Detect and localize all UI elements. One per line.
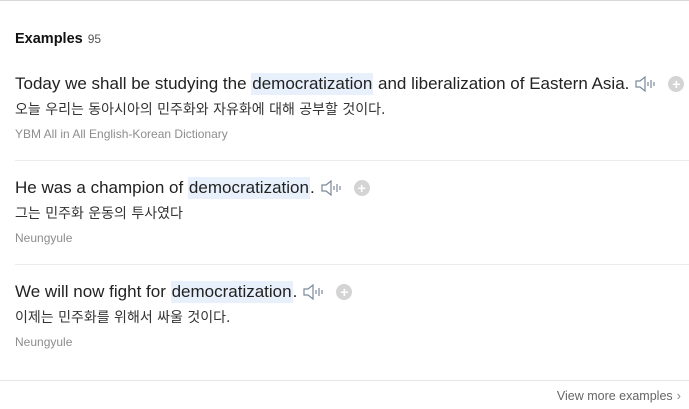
- speaker-icon[interactable]: [302, 283, 326, 301]
- example-item: Today we shall be studying the democrati…: [15, 73, 689, 141]
- example-source: YBM All in All English-Korean Dictionary: [15, 127, 228, 141]
- examples-title: Examples: [15, 31, 83, 47]
- sentence-text: .: [292, 282, 298, 301]
- sentence-text: We will now fight for: [15, 282, 171, 301]
- example-item: We will now fight for democratization. +…: [15, 281, 689, 349]
- examples-count: 95: [87, 32, 102, 46]
- view-more-examples-link[interactable]: View more examples ›: [557, 388, 681, 403]
- view-more-label: View more examples: [556, 388, 673, 403]
- speaker-icon[interactable]: [634, 75, 658, 93]
- speaker-icon[interactable]: [320, 179, 344, 197]
- example-sentence-ko: 그는 민주화 운동의 투사였다: [15, 206, 183, 222]
- example-sentence-ko: 오늘 우리는 동아시아의 민주화와 자유화에 대해 공부할 것이다.: [15, 102, 386, 118]
- example-item: He was a champion of democratization. + …: [15, 177, 689, 245]
- chevron-right-icon: ›: [676, 388, 681, 403]
- examples-panel: Examples 95 Today we shall be studying t…: [0, 0, 689, 409]
- sentence-text: He was a champion of: [15, 178, 188, 197]
- add-plus-icon[interactable]: +: [336, 284, 353, 300]
- sentence-text: .: [309, 178, 315, 197]
- divider: [15, 264, 689, 265]
- example-sentence-en: Today we shall be studying the democrati…: [15, 73, 689, 95]
- highlighted-keyword: democratization: [251, 73, 374, 95]
- add-plus-icon[interactable]: +: [353, 180, 370, 196]
- highlighted-keyword: democratization: [187, 177, 310, 199]
- example-sentence-en: We will now fight for democratization. +: [15, 281, 689, 303]
- example-sentence-ko: 이제는 민주화를 위해서 싸울 것이다.: [15, 310, 231, 326]
- sentence-text: and liberalization of Eastern Asia.: [373, 74, 630, 93]
- divider: [15, 160, 689, 161]
- sentence-text: Today we shall be studying the: [15, 74, 252, 93]
- add-plus-icon[interactable]: +: [668, 76, 685, 92]
- highlighted-keyword: democratization: [170, 281, 293, 303]
- examples-header: Examples 95: [15, 31, 101, 47]
- example-sentence-en: He was a champion of democratization. +: [15, 177, 689, 199]
- footer-divider: [0, 380, 689, 381]
- example-source: Neungyule: [15, 335, 73, 349]
- example-source: Neungyule: [15, 231, 73, 245]
